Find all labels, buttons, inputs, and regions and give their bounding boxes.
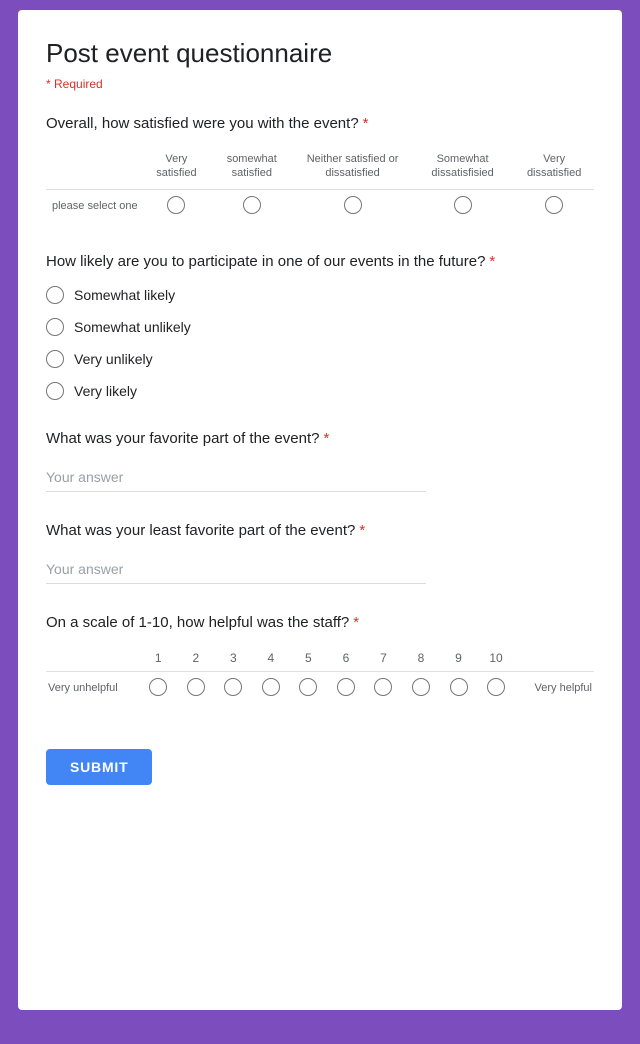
q5-radio-9[interactable] [450,678,468,696]
q5-radio-3[interactable] [224,678,242,696]
scale-col-2: 2 [177,647,215,672]
question-least-favorite: What was your least favorite part of the… [46,520,594,584]
q1-radio-very-satisfied[interactable] [167,196,185,214]
q5-label: On a scale of 1-10, how helpful was the … [46,612,594,633]
form-title: Post event questionnaire [46,38,594,69]
q2-radio-very-unlikely[interactable] [46,350,64,368]
scale-col-3: 3 [215,647,253,672]
scale-col-7: 7 [365,647,403,672]
col-very-dissatisfied: Very dissatisfied [514,148,594,189]
question-satisfaction: Overall, how satisfied were you with the… [46,113,594,223]
q4-input-wrap [46,555,594,584]
q4-input[interactable] [46,555,426,584]
q1-label: Overall, how satisfied were you with the… [46,113,594,134]
q1-row-label: please select one [46,189,144,223]
q5-radio-6[interactable] [337,678,355,696]
scale-col-9: 9 [440,647,478,672]
q2-radio-somewhat-unlikely[interactable] [46,318,64,336]
q1-radio-very-dissatisfied[interactable] [545,196,563,214]
q3-label: What was your favorite part of the event… [46,428,594,449]
submit-button[interactable]: SUBMIT [46,749,152,785]
scale-col-4: 4 [252,647,290,672]
q5-radio-8[interactable] [412,678,430,696]
q2-label: How likely are you to participate in one… [46,251,594,272]
q2-label-somewhat-unlikely: Somewhat unlikely [74,319,191,335]
q5-radio-4[interactable] [262,678,280,696]
scale-label-right: Very helpful [515,671,594,705]
q1-radio-somewhat-satisfied[interactable] [243,196,261,214]
scale-table: 1 2 3 4 5 6 7 8 9 10 Very unhelpful [46,647,594,705]
scale-col-5: 5 [290,647,328,672]
q5-radio-5[interactable] [299,678,317,696]
q3-input[interactable] [46,463,426,492]
q5-radio-1[interactable] [149,678,167,696]
q2-option-somewhat-likely[interactable]: Somewhat likely [46,286,594,304]
question-staff-scale: On a scale of 1-10, how helpful was the … [46,612,594,705]
q5-radio-10[interactable] [487,678,505,696]
col-neither: Neither satisfied or dissatisfied [294,148,411,189]
required-note: * Required [46,77,594,91]
scale-col-1: 1 [140,647,178,672]
q3-input-wrap [46,463,594,492]
q5-radio-7[interactable] [374,678,392,696]
scale-label-left: Very unhelpful [46,671,140,705]
q2-option-very-likely[interactable]: Very likely [46,382,594,400]
q2-radio-somewhat-likely[interactable] [46,286,64,304]
col-somewhat-dissatisfied: Somewhat dissatisfisied [411,148,514,189]
col-somewhat-satisfied: somewhat satisfied [209,148,294,189]
q2-label-somewhat-likely: Somewhat likely [74,287,175,303]
satisfaction-table: Very satisfied somewhat satisfied Neithe… [46,148,594,223]
q2-label-very-unlikely: Very unlikely [74,351,153,367]
q2-label-very-likely: Very likely [74,383,137,399]
question-favorite: What was your favorite part of the event… [46,428,594,492]
question-likelihood: How likely are you to participate in one… [46,251,594,400]
q4-label: What was your least favorite part of the… [46,520,594,541]
q1-radio-neither[interactable] [344,196,362,214]
scale-col-10: 10 [477,647,515,672]
q2-radio-very-likely[interactable] [46,382,64,400]
col-very-satisfied: Very satisfied [144,148,210,189]
scale-col-8: 8 [402,647,440,672]
q2-option-somewhat-unlikely[interactable]: Somewhat unlikely [46,318,594,336]
q1-radio-somewhat-dissatisfied[interactable] [454,196,472,214]
q2-option-very-unlikely[interactable]: Very unlikely [46,350,594,368]
q5-radio-2[interactable] [187,678,205,696]
scale-col-6: 6 [327,647,365,672]
